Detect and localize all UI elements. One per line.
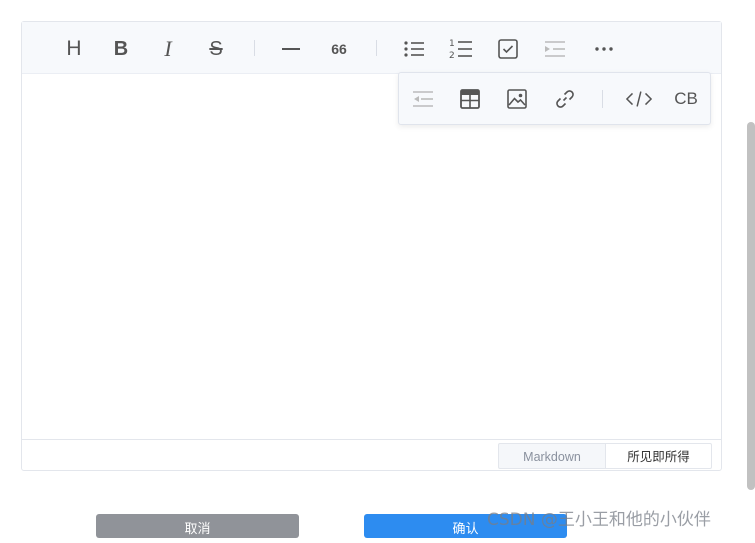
cancel-button[interactable]: 取消 (96, 514, 299, 538)
strikethrough-button[interactable]: S (203, 36, 229, 62)
bullet-list-icon (404, 41, 424, 57)
markdown-editor: H B I S 66 1 2 CB Markdown 所见即所得 (21, 21, 722, 471)
ordered-list-icon: 1 2 (449, 39, 472, 61)
indent-icon (545, 41, 565, 57)
editor-toolbar: H B I S 66 1 2 (22, 22, 721, 74)
indent-button[interactable] (542, 36, 568, 62)
editor-content[interactable] (22, 74, 721, 441)
task-list-button[interactable] (495, 36, 521, 62)
toolbar-divider (254, 40, 255, 56)
italic-button[interactable]: I (155, 36, 181, 62)
watermark: CSDN @王小王和他的小伙伴 (487, 510, 711, 530)
bold-button[interactable]: B (108, 36, 134, 62)
svg-text:2: 2 (449, 51, 455, 61)
horizontal-rule-button[interactable] (278, 36, 304, 62)
svg-text:1: 1 (449, 39, 455, 49)
ordered-list-button[interactable]: 1 2 (448, 36, 474, 62)
more-button[interactable] (591, 36, 617, 62)
tab-markdown[interactable]: Markdown (498, 443, 606, 469)
checkbox-icon (498, 39, 518, 59)
horizontal-rule-icon (282, 48, 300, 50)
heading-button[interactable]: H (61, 36, 87, 62)
editor-mode-switch: Markdown 所见即所得 (22, 439, 721, 470)
bullet-list-button[interactable] (401, 36, 427, 62)
blockquote-button[interactable]: 66 (326, 36, 352, 62)
tab-wysiwyg[interactable]: 所见即所得 (605, 443, 712, 469)
more-icon (595, 47, 613, 51)
toolbar-divider (376, 40, 377, 56)
page-scrollbar[interactable] (747, 122, 755, 490)
